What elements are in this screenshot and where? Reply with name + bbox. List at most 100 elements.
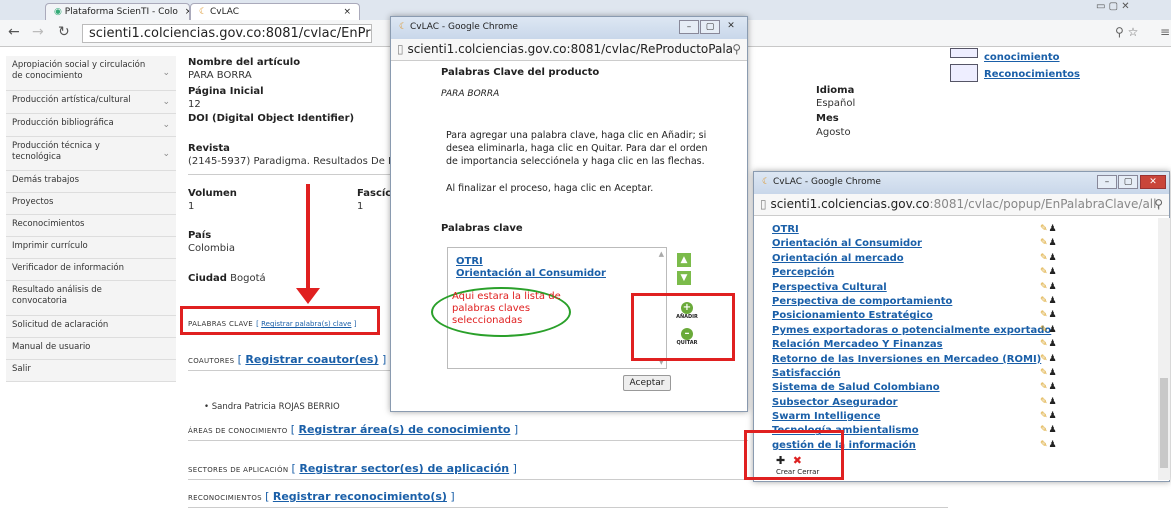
forward-icon[interactable]: →	[32, 24, 44, 40]
registrar-reconocimientos-link[interactable]: Registrar reconocimiento(s)	[273, 490, 447, 503]
edit-icon[interactable]: ✎	[1040, 354, 1048, 364]
scrollbar-thumb[interactable]	[1160, 378, 1168, 468]
sidebar-item[interactable]: Apropiación social y circulación de cono…	[6, 56, 176, 91]
catalog-item-link[interactable]: OTRI	[772, 224, 799, 235]
edit-icon[interactable]: ✎	[1040, 339, 1048, 349]
delete-icon[interactable]: ♟	[1049, 253, 1057, 263]
conocimiento-link[interactable]: conocimiento	[984, 52, 1060, 63]
delete-icon[interactable]: ♟	[1049, 382, 1057, 392]
search-icon[interactable]: ⚲ ☆	[1115, 25, 1138, 39]
edit-icon[interactable]: ✎	[1040, 397, 1048, 407]
edit-icon[interactable]: ✎	[1040, 440, 1048, 450]
palabra-item[interactable]: OTRI	[456, 256, 658, 267]
catalog-item-link[interactable]: Retorno de las Inversiones en Mercadeo (…	[772, 354, 1041, 365]
close-icon[interactable]: ✕	[721, 20, 741, 34]
delete-icon[interactable]: ♟	[1049, 354, 1057, 364]
delete-icon[interactable]: ♟	[1049, 267, 1057, 277]
catalog-item-link[interactable]: Satisfacción	[772, 368, 840, 379]
scroll-up-icon[interactable]: ▲	[659, 250, 664, 258]
close-icon[interactable]: ✕	[1140, 175, 1166, 189]
delete-icon[interactable]: ♟	[1049, 368, 1057, 378]
edit-icon[interactable]: ✎	[1040, 253, 1048, 263]
menu-icon[interactable]: ≡	[1160, 25, 1170, 39]
sidebar-item[interactable]: Solicitud de aclaración	[6, 316, 176, 338]
sidebar-item[interactable]: Producción técnica y tecnológica ⌄	[6, 137, 176, 171]
catalog-item-link[interactable]: Perspectiva de comportamiento	[772, 296, 952, 307]
catalog-item-link[interactable]: Posicionamiento Estratégico	[772, 310, 933, 321]
chevron-down-icon[interactable]: ⌄	[162, 97, 170, 108]
tab-plataforma[interactable]: ◉ Plataforma ScienTI - Colo ×	[45, 3, 190, 20]
delete-icon[interactable]: ♟	[1049, 425, 1057, 435]
chevron-down-icon[interactable]: ⌄	[162, 149, 170, 160]
minimize-icon[interactable]: –	[1097, 175, 1117, 189]
annotation-arrow-shaft	[306, 184, 310, 294]
revista-value: (2145-5937) Paradigma. Resultados De I	[188, 156, 391, 167]
edit-icon[interactable]: ✎	[1040, 282, 1048, 292]
scrollbar[interactable]	[1158, 218, 1170, 480]
edit-icon[interactable]: ✎	[1040, 296, 1048, 306]
registrar-coautores-link[interactable]: Registrar coautor(es)	[245, 353, 378, 366]
close-icon[interactable]: ×	[343, 7, 351, 17]
edit-icon[interactable]: ✎	[1040, 411, 1048, 421]
back-icon[interactable]: ←	[8, 24, 20, 40]
edit-icon[interactable]: ✎	[1040, 368, 1048, 378]
sidebar-item[interactable]: Demás trabajos	[6, 171, 176, 193]
coautores-section: COAUTORES [ Registrar coautor(es) ]	[188, 353, 387, 366]
sidebar-item[interactable]: Resultado análisis de convocatoria	[6, 281, 176, 316]
catalog-item-link[interactable]: Subsector Asegurador	[772, 397, 898, 408]
delete-icon[interactable]: ♟	[1049, 440, 1057, 450]
sidebar-item[interactable]: Imprimir currículo	[6, 237, 176, 259]
edit-icon[interactable]: ✎	[1040, 382, 1048, 392]
delete-icon[interactable]: ♟	[1049, 339, 1057, 349]
delete-icon[interactable]: ♟	[1049, 238, 1057, 248]
reconocimientos-section: RECONOCIMIENTOS [ Registrar reconocimien…	[188, 490, 455, 503]
delete-icon[interactable]: ♟	[1049, 282, 1057, 292]
catalog-item-link[interactable]: Percepción	[772, 267, 834, 278]
delete-icon[interactable]: ♟	[1049, 224, 1057, 234]
minimize-icon[interactable]: –	[679, 20, 699, 34]
sidebar-item[interactable]: Producción bibliográfica ⌄	[6, 114, 176, 137]
delete-icon[interactable]: ♟	[1049, 325, 1057, 335]
window-controls[interactable]: ▭ ▢ ✕	[1096, 1, 1166, 17]
catalog-item-link[interactable]: Orientación al Consumidor	[772, 238, 922, 249]
catalog-item-link[interactable]: Pymes exportadoras o potencialmente expo…	[772, 325, 1051, 336]
sidebar-item[interactable]: Reconocimientos	[6, 215, 176, 237]
edit-icon[interactable]: ✎	[1040, 238, 1048, 248]
delete-icon[interactable]: ♟	[1049, 296, 1057, 306]
catalog-item-link[interactable]: Swarm Intelligence	[772, 411, 880, 422]
address-bar[interactable]: scienti1.colciencias.gov.co:8081/cvlac/E…	[82, 24, 372, 43]
edit-icon[interactable]: ✎	[1040, 325, 1048, 335]
reconocimientos-link[interactable]: Reconocimientos	[984, 69, 1080, 80]
popup2-address-bar[interactable]: ▯ scienti1.colciencias.gov.co:8081/cvlac…	[754, 194, 1169, 216]
edit-icon[interactable]: ✎	[1040, 425, 1048, 435]
delete-icon[interactable]: ♟	[1049, 310, 1057, 320]
tab-cvlac[interactable]: ☾ CvLAC ×	[190, 3, 360, 20]
catalog-item-link[interactable]: Relación Mercadeo Y Finanzas	[772, 339, 943, 350]
move-up-icon[interactable]: ▲	[677, 253, 691, 267]
edit-icon[interactable]: ✎	[1040, 267, 1048, 277]
catalog-item-link[interactable]: Sistema de Salud Colombiano	[772, 382, 940, 393]
sidebar-item[interactable]: Proyectos	[6, 193, 176, 215]
chevron-down-icon[interactable]: ⌄	[162, 68, 170, 79]
sidebar-item[interactable]: Manual de usuario	[6, 338, 176, 360]
catalog-item-link[interactable]: Perspectiva Cultural	[772, 282, 887, 293]
sidebar-item[interactable]: Producción artística/cultural ⌄	[6, 91, 176, 114]
move-down-icon[interactable]: ▼	[677, 271, 691, 285]
delete-icon[interactable]: ♟	[1049, 411, 1057, 421]
catalog-item-link[interactable]: Orientación al mercado	[772, 253, 904, 264]
registrar-areas-link[interactable]: Registrar área(s) de conocimiento	[299, 423, 511, 436]
edit-icon[interactable]: ✎	[1040, 310, 1048, 320]
sidebar-item-label: Producción bibliográfica	[12, 118, 114, 128]
sidebar-item[interactable]: Salir	[6, 360, 176, 382]
chevron-down-icon[interactable]: ⌄	[162, 120, 170, 131]
reload-icon[interactable]: ↻	[58, 24, 70, 40]
maximize-icon[interactable]: ▢	[700, 20, 720, 34]
sidebar-item[interactable]: Verificador de información	[6, 259, 176, 281]
popup-address-bar[interactable]: ▯ scienti1.colciencias.gov.co:8081/cvlac…	[391, 39, 747, 61]
palabra-item[interactable]: Orientación al Consumidor	[456, 268, 658, 279]
accept-button[interactable]: Aceptar	[623, 375, 671, 391]
delete-icon[interactable]: ♟	[1049, 397, 1057, 407]
registrar-sectores-link[interactable]: Registrar sector(es) de aplicación	[299, 462, 509, 475]
maximize-icon[interactable]: ▢	[1118, 175, 1138, 189]
edit-icon[interactable]: ✎	[1040, 224, 1048, 234]
